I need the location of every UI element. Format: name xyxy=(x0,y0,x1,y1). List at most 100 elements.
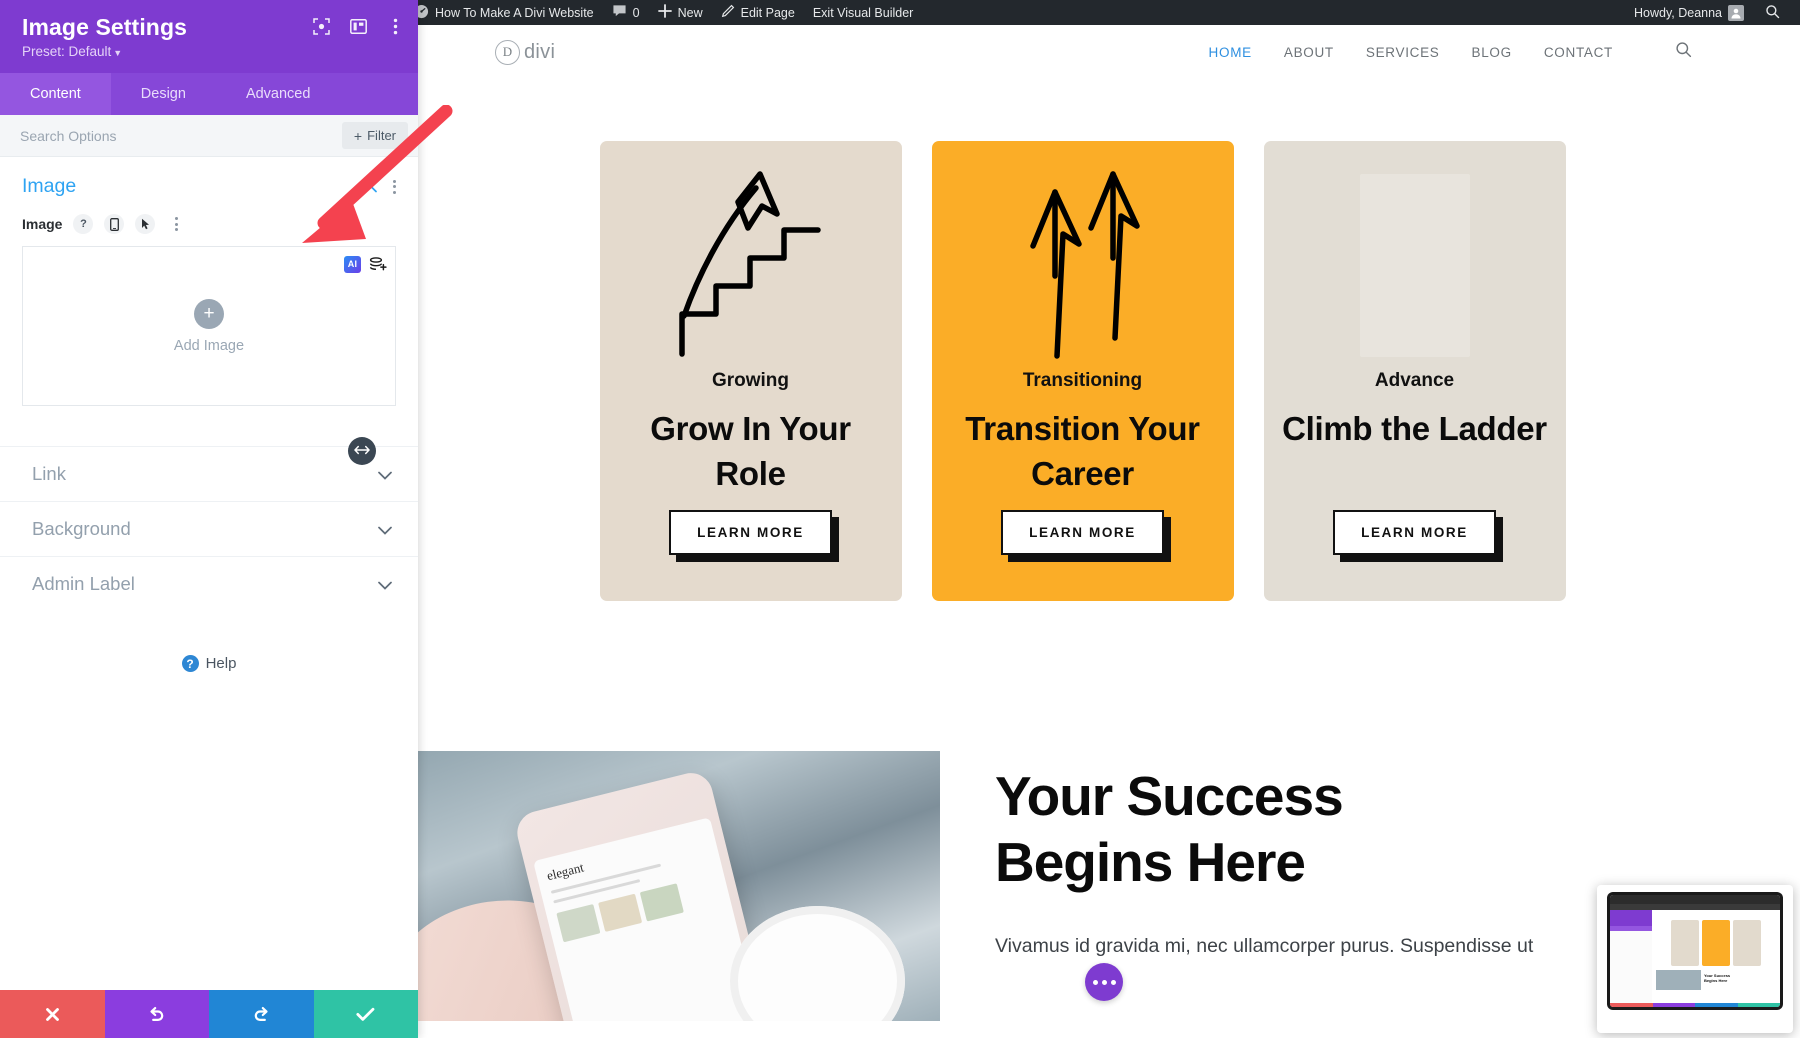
more-vertical-icon[interactable] xyxy=(393,179,396,194)
nav-link-services[interactable]: SERVICES xyxy=(1366,45,1440,60)
wp-admin-bar-right: Howdy, Deanna xyxy=(1625,0,1800,25)
laptop-foot-save xyxy=(1737,1003,1780,1007)
card-title-3: Climb the Ladder xyxy=(1282,410,1547,447)
search-input[interactable] xyxy=(20,127,342,144)
section-link-label: Link xyxy=(32,463,66,484)
wp-new-item[interactable]: New xyxy=(649,0,712,25)
feature-card-growing[interactable]: Growing Grow In Your Role LEARN MORE xyxy=(599,141,902,601)
laptop-hero: Your Success Begins Here xyxy=(1656,970,1776,990)
add-to-library-icon[interactable] xyxy=(369,255,387,273)
more-vertical-icon[interactable] xyxy=(386,17,404,35)
ai-generate-icon[interactable]: AI xyxy=(344,255,361,273)
wp-comments-item[interactable]: 0 xyxy=(603,0,649,25)
wp-howdy-item[interactable]: Howdy, Deanna xyxy=(1625,0,1753,25)
site-logo[interactable]: D divi xyxy=(495,39,555,65)
wp-admin-bar: How To Make A Divi Website 0 New Edit Pa… xyxy=(365,0,1800,25)
preset-selector[interactable]: Preset: Default ▼ xyxy=(22,44,400,59)
nav-link-about[interactable]: ABOUT xyxy=(1284,45,1334,60)
phone-thumb xyxy=(598,893,643,932)
hero-section: elegant Your Success Begins Here Vivamus… xyxy=(365,751,1800,1021)
feature-card-transitioning[interactable]: Transitioning Transition Your Career LEA… xyxy=(931,141,1234,601)
image-section-title: Image xyxy=(22,175,77,197)
save-button[interactable] xyxy=(313,990,418,1038)
page-settings-fab[interactable] xyxy=(1085,963,1123,1001)
chevron-down-icon xyxy=(378,522,392,536)
learn-more-button-2[interactable]: LEARN MORE xyxy=(1001,510,1164,555)
site-search-icon[interactable] xyxy=(1675,41,1692,63)
divi-logo-mark-icon: D xyxy=(495,39,520,65)
laptop-foot-redo xyxy=(1695,1003,1738,1007)
cup-shape xyxy=(730,906,905,1021)
image-upload-dropzone[interactable]: AI + Add Image xyxy=(22,246,396,406)
phone-thumb xyxy=(556,904,601,943)
card-art-2 xyxy=(950,163,1216,368)
phone-screen: elegant xyxy=(533,817,764,1021)
learn-more-button-3[interactable]: LEARN MORE xyxy=(1333,510,1496,555)
section-background[interactable]: Background xyxy=(0,501,418,556)
nav-link-blog[interactable]: BLOG xyxy=(1472,45,1512,60)
nav-link-home[interactable]: HOME xyxy=(1209,45,1252,60)
image-section: Image Image ? AI + Add Image xyxy=(0,157,418,412)
undo-button[interactable] xyxy=(104,990,209,1038)
panel-resize-handle[interactable] xyxy=(348,437,376,465)
image-section-header: Image xyxy=(22,175,396,198)
wp-exit-visual-builder-item[interactable]: Exit Visual Builder xyxy=(804,0,923,25)
card-art-3 xyxy=(1282,163,1548,368)
focus-target-icon[interactable] xyxy=(312,17,330,35)
help-icon[interactable]: ? xyxy=(73,214,94,234)
wp-edit-page-item[interactable]: Edit Page xyxy=(712,0,804,25)
nav-link-contact[interactable]: CONTACT xyxy=(1544,45,1613,60)
panel-tabs: Content Design Advanced xyxy=(0,73,418,115)
filter-button-label: Filter xyxy=(367,128,396,143)
wp-comments-count: 0 xyxy=(632,5,640,20)
check-icon xyxy=(356,1007,375,1022)
wp-site-name-label: How To Make A Divi Website xyxy=(435,5,594,20)
chevron-up-icon[interactable] xyxy=(363,180,377,194)
wp-search-button[interactable] xyxy=(1753,4,1794,22)
mobile-icon[interactable] xyxy=(104,214,125,234)
double-arrow-up-icon xyxy=(1013,166,1153,366)
arrows-horizontal-icon xyxy=(354,442,370,460)
cancel-button[interactable] xyxy=(0,990,105,1038)
wp-edit-page-label: Edit Page xyxy=(740,5,795,20)
panel-footer xyxy=(0,990,418,1038)
laptop-foot-undo xyxy=(1652,1003,1695,1007)
hero-paragraph: Vivamus id gravida mi, nec ullamcorper p… xyxy=(995,935,1534,957)
more-vertical-icon[interactable] xyxy=(166,214,186,234)
chevron-down-icon xyxy=(378,467,392,481)
panel-header: Image Settings Preset: Default ▼ xyxy=(0,0,418,73)
upload-corner-actions: AI xyxy=(344,255,387,273)
section-admin-label-label: Admin Label xyxy=(32,573,135,594)
wp-site-name-item[interactable]: How To Make A Divi Website xyxy=(405,0,603,25)
hero-photo: elegant xyxy=(365,751,940,1021)
layout-columns-icon[interactable] xyxy=(349,17,367,35)
section-admin-label[interactable]: Admin Label xyxy=(0,556,418,611)
chevron-down-icon xyxy=(378,577,392,591)
card-kicker-3: Advance xyxy=(1374,370,1455,391)
help-button[interactable]: ? Help xyxy=(0,655,418,672)
image-settings-panel: Image Settings Preset: Default ▼ Content … xyxy=(0,0,418,1038)
comment-bubble-icon xyxy=(612,4,627,21)
phone-brand-label: elegant xyxy=(545,859,586,884)
image-field-label-row: Image ? xyxy=(22,214,396,234)
filter-button[interactable]: + Filter xyxy=(341,122,408,149)
empty-image-placeholder xyxy=(1359,174,1470,357)
laptop-preview-thumbnail[interactable]: Your Success Begins Here xyxy=(1597,885,1793,1033)
card-title-1: Grow In Your Role xyxy=(650,410,851,493)
learn-more-button-1[interactable]: LEARN MORE xyxy=(669,510,832,555)
site-header: D divi HOME ABOUT SERVICES BLOG CONTACT xyxy=(365,25,1800,79)
feature-card-advance[interactable]: Advance Climb the Ladder LEARN MORE xyxy=(1263,141,1566,601)
wp-exit-vb-label: Exit Visual Builder xyxy=(812,5,914,20)
tab-design[interactable]: Design xyxy=(111,73,216,115)
wp-howdy-label: Howdy, Deanna xyxy=(1633,5,1722,20)
stairs-arrow-icon xyxy=(676,166,826,366)
laptop-body: Your Success Begins Here xyxy=(1610,910,1780,1003)
tab-advanced[interactable]: Advanced xyxy=(216,73,341,115)
tab-content[interactable]: Content xyxy=(0,73,111,115)
chevron-down-icon: ▼ xyxy=(113,48,123,59)
laptop-hero-text: Your Success Begins Here xyxy=(1704,973,1731,984)
cursor-icon[interactable] xyxy=(135,214,156,234)
pencil-icon xyxy=(721,4,735,21)
avatar xyxy=(1728,4,1744,21)
redo-button[interactable] xyxy=(209,990,314,1038)
